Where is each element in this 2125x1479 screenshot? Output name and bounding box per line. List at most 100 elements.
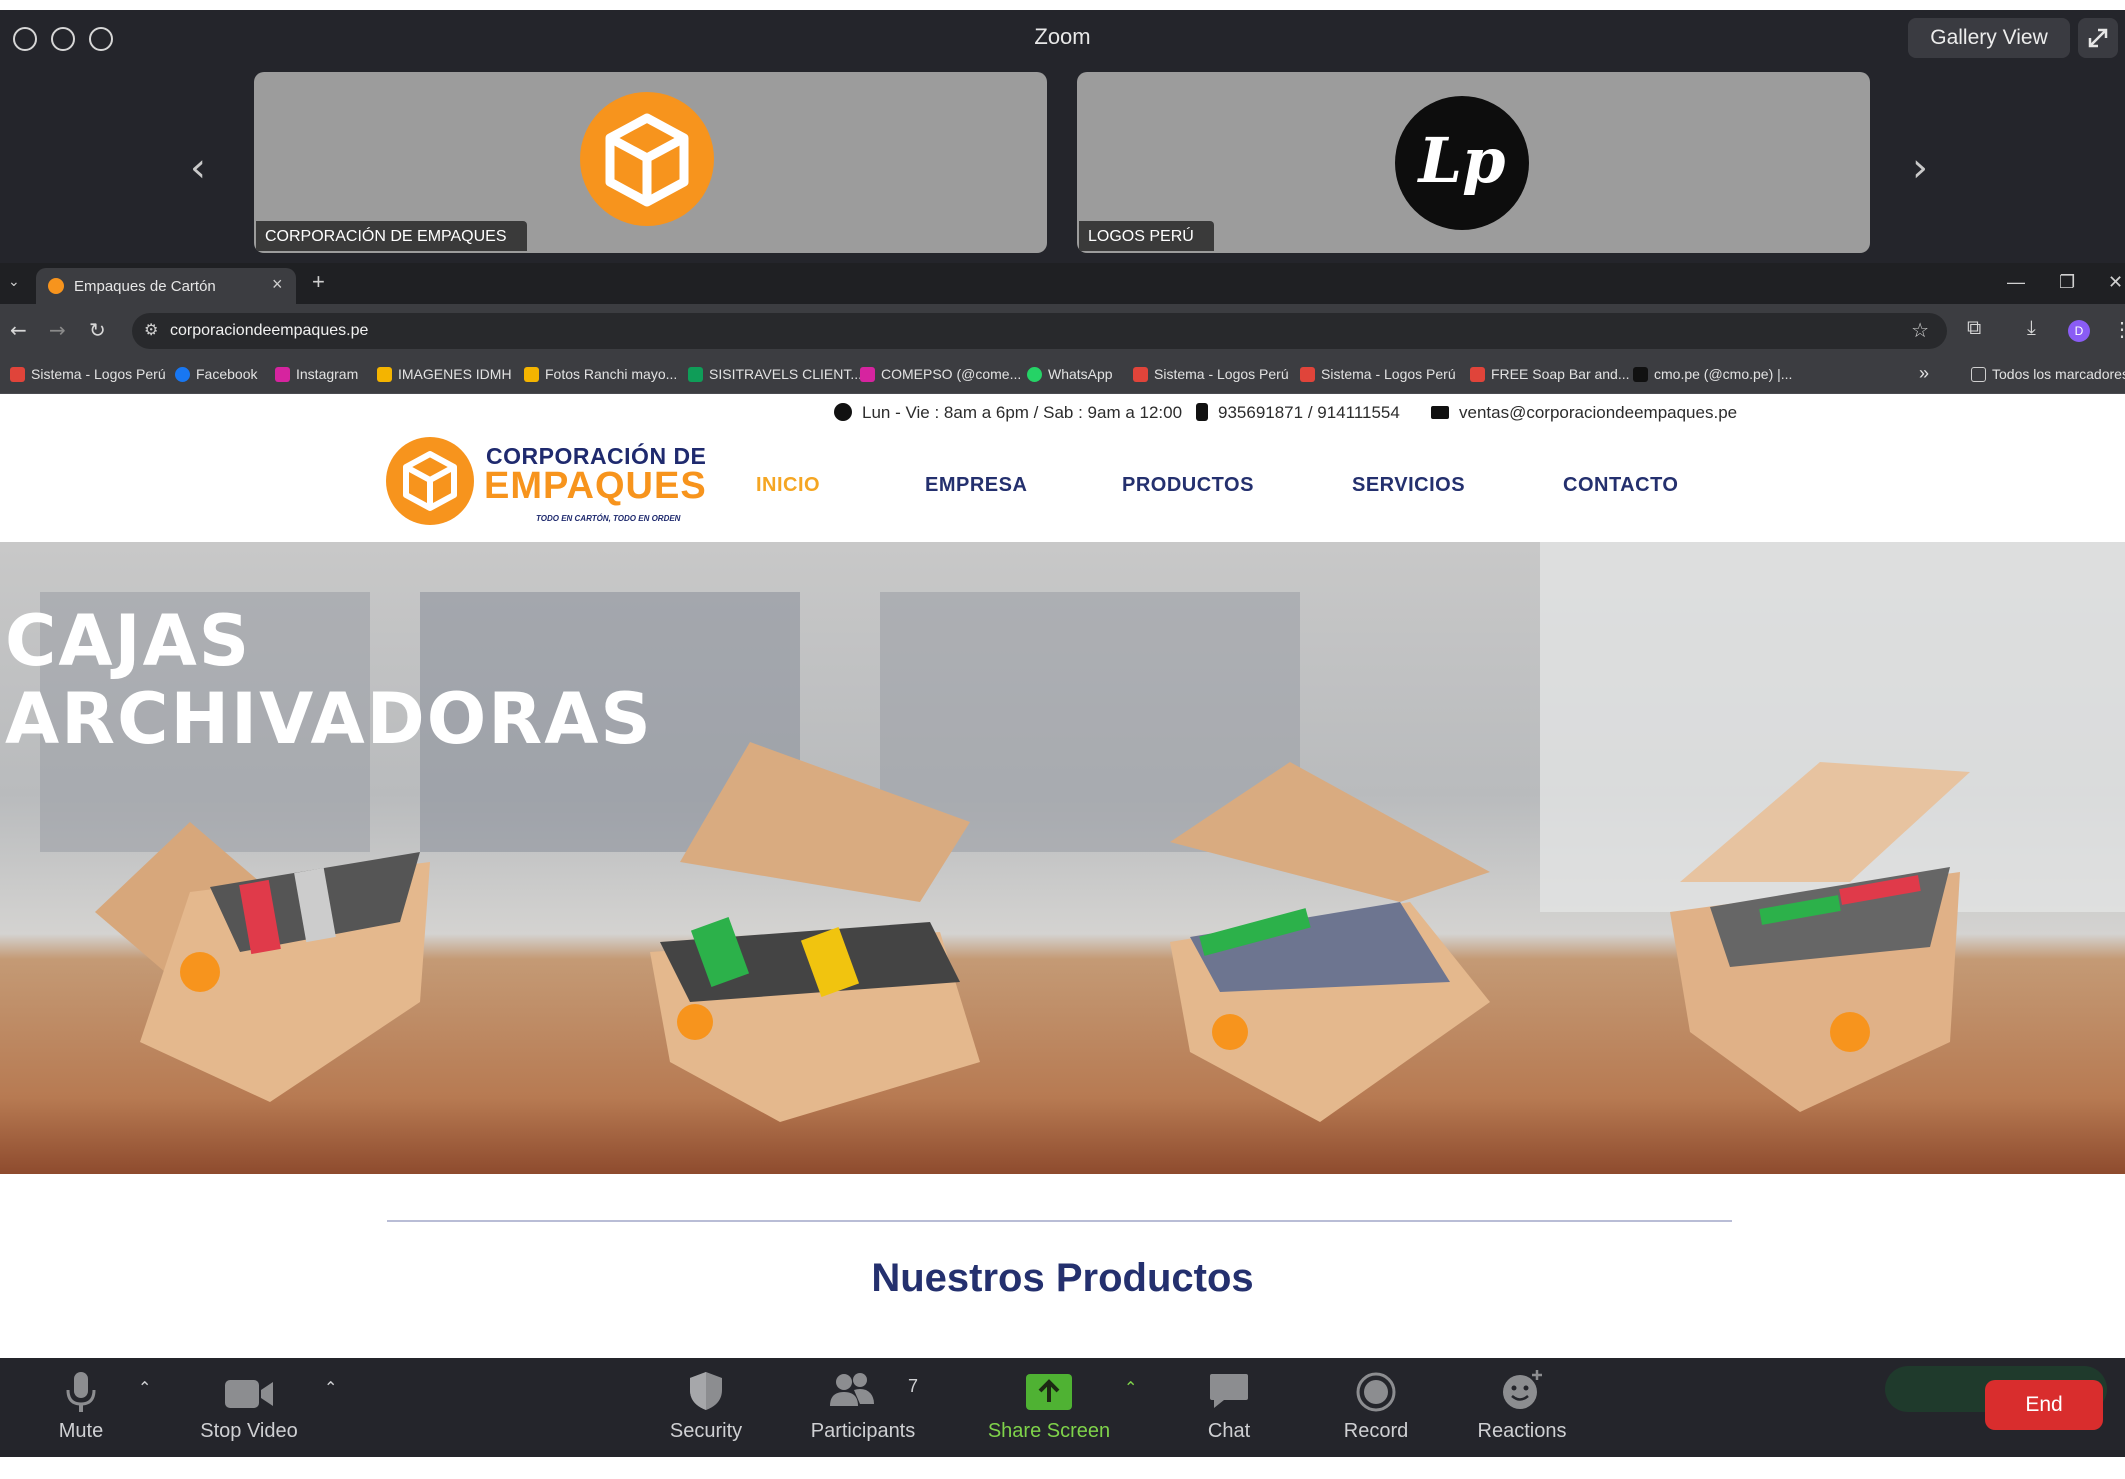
video-camera-icon: [225, 1380, 273, 1408]
participant-name: LOGOS PERÚ: [1079, 221, 1214, 251]
bookmark-item[interactable]: Sistema - Logos Perú: [10, 366, 166, 382]
new-tab-icon[interactable]: +: [312, 269, 325, 295]
share-screen-button[interactable]: Share Screen: [984, 1358, 1114, 1457]
security-button[interactable]: Security: [664, 1358, 748, 1457]
video-options-caret[interactable]: ⌃: [324, 1378, 337, 1397]
archive-box-image: [95, 822, 430, 1102]
nav-contacto[interactable]: CONTACTO: [1563, 474, 1678, 497]
phone-icon: [1196, 403, 1208, 421]
archive-box-image: [650, 742, 980, 1122]
clock-icon: [834, 403, 852, 421]
download-icon[interactable]: ⤓: [2027, 317, 2036, 340]
share-screen-icon: [1026, 1374, 1072, 1410]
nav-servicios[interactable]: SERVICIOS: [1352, 474, 1465, 497]
nav-empresa[interactable]: EMPRESA: [925, 474, 1027, 497]
record-button[interactable]: Record: [1338, 1358, 1414, 1457]
website: Lun - Vie : 8am a 6pm / Sab : 9am a 12:0…: [0, 394, 2125, 1358]
url-text[interactable]: corporaciondeempaques.pe: [170, 322, 368, 340]
svg-text:Lp: Lp: [1417, 124, 1506, 197]
contact-info-bar: Lun - Vie : 8am a 6pm / Sab : 9am a 12:0…: [0, 403, 2125, 427]
bookmarks-bar: Sistema - Logos Perú Facebook Instagram …: [0, 358, 2125, 394]
bookmark-item[interactable]: FREE Soap Bar and...: [1470, 366, 1630, 382]
url-field[interactable]: ⚙ corporaciondeempaques.pe ☆: [132, 313, 1947, 349]
end-meeting-button[interactable]: End: [1985, 1380, 2103, 1430]
nav-productos[interactable]: PRODUCTOS: [1122, 474, 1254, 497]
reload-icon[interactable]: ↻: [89, 318, 106, 342]
close-tab-icon[interactable]: ×: [272, 274, 283, 295]
browser-tab[interactable]: Empaques de Cartón ×: [36, 268, 296, 304]
audio-options-caret[interactable]: ⌃: [138, 1378, 151, 1397]
participant-tile[interactable]: CORPORACIÓN DE EMPAQUES: [254, 72, 1047, 253]
logo-text-main: EMPAQUES: [484, 465, 707, 507]
chat-button[interactable]: Chat: [1194, 1358, 1264, 1457]
chat-bubble-icon: [1210, 1374, 1248, 1408]
restore-icon[interactable]: ❐: [2059, 272, 2075, 293]
gallery-view-button[interactable]: Gallery View: [1908, 18, 2070, 58]
site-settings-icon[interactable]: ⚙: [144, 320, 158, 340]
browser-tab-strip: ⌄ Empaques de Cartón × +: [0, 263, 2125, 304]
record-icon: [1356, 1372, 1396, 1412]
extensions-icon[interactable]: ⧉: [1967, 317, 1981, 340]
tab-search-icon[interactable]: ⌄: [8, 273, 20, 290]
bookmark-star-icon[interactable]: ☆: [1911, 318, 1929, 343]
bottom-edge: [0, 1457, 2125, 1479]
site-logo[interactable]: CORPORACIÓN DE EMPAQUES TODO EN CARTÓN, …: [386, 435, 706, 529]
phone-info[interactable]: 935691871 / 914111554: [1196, 403, 1400, 423]
close-icon[interactable]: ✕: [2108, 272, 2123, 293]
fullscreen-button[interactable]: [2078, 18, 2118, 58]
back-icon[interactable]: ←: [10, 318, 27, 342]
address-bar: ← → ↻ ⚙ corporaciondeempaques.pe ☆ ⧉ ⤓ D…: [0, 304, 2125, 358]
all-bookmarks-folder[interactable]: Todos los marcadores: [1971, 366, 2125, 382]
microphone-icon: [66, 1372, 96, 1412]
bookmark-item[interactable]: SISITRAVELS CLIENT...: [688, 366, 862, 382]
hero-title-line2: ARCHIVADORAS: [5, 678, 653, 760]
tab-title: Empaques de Cartón: [74, 278, 216, 295]
gallery-next-arrow[interactable]: ›: [1912, 145, 1928, 191]
bookmark-item[interactable]: Instagram: [275, 366, 358, 382]
mail-icon: [1431, 406, 1449, 419]
hours-info: Lun - Vie : 8am a 6pm / Sab : 9am a 12:0…: [834, 403, 1182, 423]
participant-name: CORPORACIÓN DE EMPAQUES: [256, 221, 527, 251]
cube-icon: [386, 437, 474, 525]
window-title: Zoom: [1034, 24, 1091, 49]
archive-box-image: [1170, 762, 1490, 1122]
bookmark-item[interactable]: Fotos Ranchi mayo...: [524, 366, 677, 382]
profile-avatar[interactable]: D: [2068, 320, 2090, 342]
bookmark-item[interactable]: IMAGENES IDMH: [377, 366, 512, 382]
nav-inicio[interactable]: INICIO: [756, 474, 820, 497]
share-options-caret[interactable]: ⌃: [1124, 1378, 1137, 1397]
participants-icon: [830, 1373, 874, 1406]
forward-icon[interactable]: →: [49, 318, 66, 342]
more-bookmarks-icon[interactable]: »: [1919, 363, 1929, 384]
menu-icon[interactable]: ⋮: [2112, 317, 2125, 342]
folder-icon: [1971, 367, 1986, 382]
participants-count: 7: [907, 1376, 918, 1396]
section-title: Nuestros Productos: [871, 1256, 1254, 1300]
reactions-button[interactable]: Reactions: [1476, 1358, 1568, 1457]
cube-logo-avatar: [580, 92, 714, 226]
logo-tagline: TODO EN CARTÓN, TODO EN ORDEN: [536, 514, 681, 523]
mute-button[interactable]: Mute: [40, 1358, 122, 1457]
participant-tile[interactable]: Lp LOGOS PERÚ: [1077, 72, 1870, 253]
smiley-plus-icon: [1503, 1370, 1542, 1409]
archive-box-image: [1670, 762, 1970, 1112]
shield-icon: [690, 1372, 722, 1410]
zoom-window-header: Zoom Gallery View ‹ › CORPORACIÓN DE EMP…: [0, 10, 2125, 263]
gallery-prev-arrow[interactable]: ‹: [190, 145, 206, 191]
bookmark-item[interactable]: Sistema - Logos Perú: [1300, 366, 1456, 382]
bookmark-item[interactable]: cmo.pe (@cmo.pe) |...: [1633, 366, 1792, 382]
bookmark-item[interactable]: COMEPSO (@come...: [860, 366, 1021, 382]
bookmark-item[interactable]: WhatsApp: [1027, 366, 1113, 382]
hero-banner: CAJAS ARCHIVADORAS: [0, 542, 2125, 1174]
minimize-icon[interactable]: —: [2007, 272, 2025, 293]
bookmark-item[interactable]: Sistema - Logos Perú: [1133, 366, 1289, 382]
hero-title-line1: CAJAS: [5, 600, 252, 682]
zoom-toolbar: Mute ⌃ Stop Video ⌃ Security 7 Participa…: [0, 1358, 2125, 1457]
stop-video-button[interactable]: Stop Video: [194, 1358, 304, 1457]
participants-button[interactable]: 7 Participants: [808, 1358, 918, 1457]
section-divider: [387, 1220, 1732, 1222]
bookmark-item[interactable]: Facebook: [175, 366, 257, 382]
expand-icon: [2088, 28, 2108, 48]
email-info[interactable]: ventas@corporaciondeempaques.pe: [1431, 403, 1737, 423]
site-favicon-icon: [48, 278, 64, 294]
